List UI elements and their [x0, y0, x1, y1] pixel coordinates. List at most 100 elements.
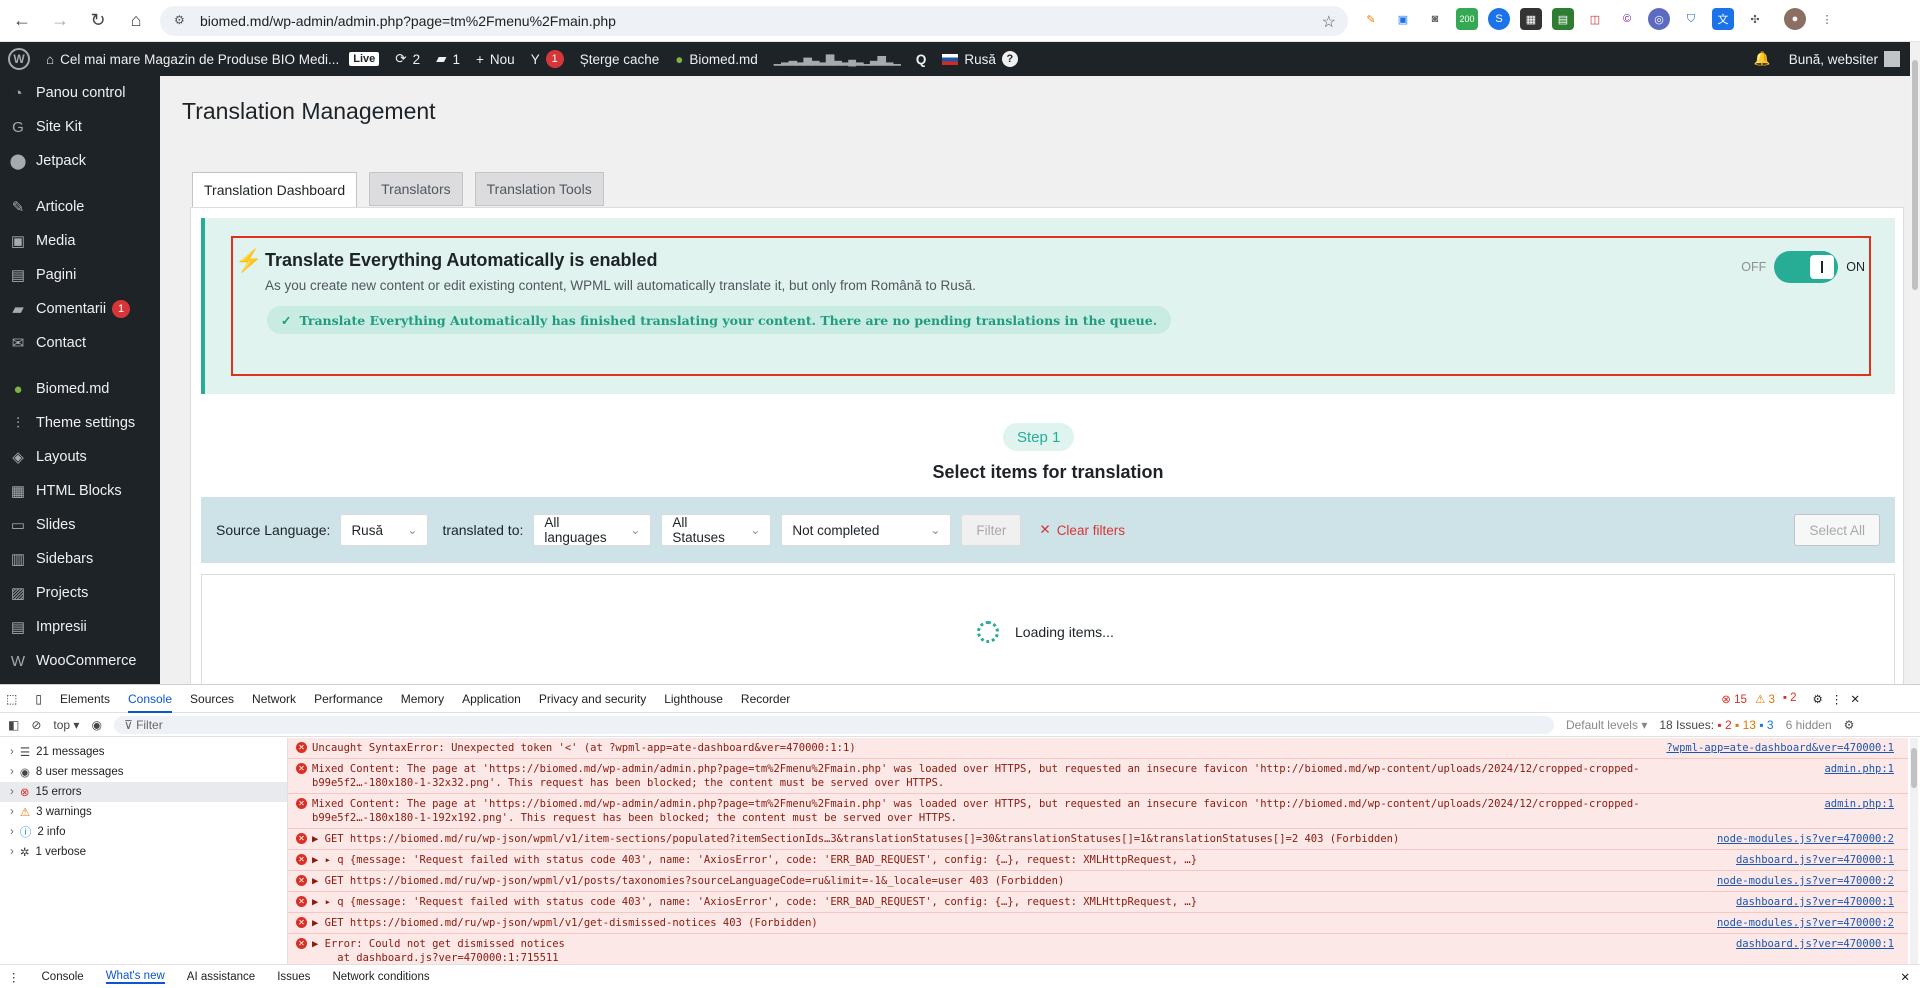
clear-console-icon[interactable]: ⊘ — [31, 718, 41, 732]
console-source-link[interactable]: node-modules.js?ver=470000:2 — [1717, 874, 1894, 888]
camera-extension-icon[interactable]: ◙ — [1424, 8, 1446, 30]
devtools-counts[interactable]: ⊗ 15 ⚠ 3 ▪ 2 ⚙ ⋮ ✕ — [1721, 692, 1860, 706]
status-extension-icon[interactable]: 200 — [1456, 8, 1478, 30]
more-icon[interactable]: ⋮ — [1831, 692, 1843, 706]
ate-toggle[interactable] — [1774, 251, 1839, 283]
sidebar-item-theme-settings[interactable]: ⫶ Theme settings — [0, 406, 160, 440]
drawer-tab-what-s-new[interactable]: What's new — [105, 970, 165, 984]
select-all-button[interactable]: Select All — [1794, 514, 1880, 546]
sidebar-item-woocommerce[interactable]: W WooCommerce — [0, 644, 160, 678]
scrollbar-thumb[interactable] — [1911, 748, 1917, 788]
devtools-tab-network[interactable]: Network — [252, 692, 296, 706]
reload-icon[interactable]: ↻ — [82, 5, 114, 37]
expand-arrow-icon[interactable]: › — [10, 826, 14, 838]
sidebar-item-jetpack[interactable]: ⬤ Jetpack — [0, 144, 160, 178]
expand-arrow-icon[interactable]: › — [10, 766, 14, 778]
console-filter-verbose[interactable]: › ✲ 1 verbose — [0, 842, 287, 862]
tab-translators[interactable]: Translators — [369, 172, 463, 206]
comments-menu[interactable]: ▰ 1 — [428, 42, 468, 76]
sidebar-toggle-icon[interactable]: ◧ — [8, 718, 19, 732]
biomed-menu[interactable]: ● Biomed.md — [667, 42, 765, 76]
inspect-icon[interactable]: ⬚ — [6, 692, 17, 706]
expand-arrow-icon[interactable]: › — [10, 786, 14, 798]
console-error-row[interactable]: ✕ ▶ Error: Could not get dismissed notice… — [288, 934, 1908, 964]
sidebar-item-pagini[interactable]: ▤ Pagini — [0, 258, 160, 292]
green-extension-icon[interactable]: ▤ — [1552, 8, 1574, 30]
console-error-row[interactable]: ✕ ▶ GET https://biomed.md/ru/wp-json/wpml… — [288, 871, 1908, 892]
sidebar-item-slides[interactable]: ▭ Slides — [0, 508, 160, 542]
language-switcher[interactable]: Rusă ? — [934, 42, 1026, 76]
console-source-link[interactable]: admin.php:1 — [1824, 762, 1894, 776]
console-error-row[interactable]: ✕ ▶ GET https://biomed.md/ru/wp-json/wpml… — [288, 829, 1908, 850]
forward-icon[interactable]: → — [44, 5, 76, 37]
console-source-link[interactable]: admin.php:1 — [1824, 797, 1894, 811]
console-error-row[interactable]: ✕ ▶ ▸ q {message: 'Request failed with st… — [288, 892, 1908, 913]
drawer-tab-console[interactable]: Console — [42, 971, 84, 983]
device-toggle-icon[interactable]: ▯ — [35, 692, 42, 706]
site-info-icon[interactable]: ⚙ — [174, 13, 190, 29]
sidebar-item-sidebars[interactable]: ▥ Sidebars — [0, 542, 160, 576]
devtools-tab-recorder[interactable]: Recorder — [741, 692, 790, 706]
bell-icon[interactable]: 🔔 — [1754, 51, 1771, 67]
devtools-tab-application[interactable]: Application — [462, 692, 521, 706]
sidebar-item-panou-control[interactable]: ◔ Panou control — [0, 76, 160, 110]
console-error-row[interactable]: ✕ ▶ GET https://biomed.md/ru/wp-json/wpml… — [288, 913, 1908, 934]
sidebar-item-impresii[interactable]: ▤ Impresii — [0, 610, 160, 644]
address-bar[interactable]: ⚙ biomed.md/wp-admin/admin.php?page=tm%2… — [160, 6, 1348, 36]
sidebar-item-articole[interactable]: ✎ Articole — [0, 190, 160, 224]
clear-cache-button[interactable]: Șterge cache — [572, 42, 668, 76]
tab-translation-dashboard[interactable]: Translation Dashboard — [192, 172, 358, 208]
bookmark-star-icon[interactable]: ☆ — [1322, 12, 1336, 32]
drawer-tab-issues[interactable]: Issues — [277, 971, 310, 983]
devtools-tab-console[interactable]: Console — [127, 692, 173, 713]
context-select[interactable]: top ▾ — [53, 718, 79, 732]
translate-extension-icon[interactable]: 文 — [1712, 8, 1734, 30]
new-content-menu[interactable]: + Nou — [468, 42, 523, 76]
status-select[interactable]: All Statuses ⌄ — [661, 514, 772, 546]
sidebar-item-projects[interactable]: ▨ Projects — [0, 576, 160, 610]
expand-arrow-icon[interactable]: › — [10, 846, 14, 858]
console-source-link[interactable]: dashboard.js?ver=470000:1 — [1736, 853, 1894, 867]
console-source-link[interactable]: dashboard.js?ver=470000:1 — [1736, 895, 1894, 909]
profile-avatar[interactable]: ● — [1784, 8, 1806, 30]
console-source-link[interactable]: ?wpml-app=ate-dashboard&ver=470000:1 — [1666, 741, 1894, 755]
drawer-tab-ai-assistance[interactable]: AI assistance — [187, 971, 255, 983]
issues-summary[interactable]: 18 Issues: ▪ 2 ▪ 13 ▪ 3 — [1659, 718, 1773, 732]
expand-arrow-icon[interactable]: › — [10, 746, 14, 758]
console-filter-input[interactable]: ⊽ Filter — [113, 715, 1554, 734]
devtools-tab-sources[interactable]: Sources — [190, 692, 234, 706]
source-language-select[interactable]: Rusă ⌄ — [340, 514, 429, 546]
completion-select[interactable]: Not completed ⌄ — [781, 514, 952, 546]
levels-select[interactable]: Default levels ▾ — [1566, 718, 1647, 732]
expand-arrow-icon[interactable]: › — [10, 806, 14, 818]
home-icon[interactable]: ⌂ — [120, 5, 152, 37]
sidebar-item-html-blocks[interactable]: ▦ HTML Blocks — [0, 474, 160, 508]
devtools-tab-lighthouse[interactable]: Lighthouse — [664, 692, 723, 706]
console-scrollbar[interactable] — [1910, 738, 1918, 964]
updates-menu[interactable]: ⟳ 2 — [387, 42, 428, 76]
devtools-tab-elements[interactable]: Elements — [60, 692, 110, 706]
screen-extension-icon[interactable]: ▣ — [1392, 8, 1414, 30]
close-devtools-icon[interactable]: ✕ — [1850, 692, 1860, 706]
search-extension-icon[interactable]: ◎ — [1648, 8, 1670, 30]
sidebar-item-media[interactable]: ▣ Media — [0, 224, 160, 258]
pen-extension-icon[interactable]: ✎ — [1360, 8, 1382, 30]
q-icon[interactable]: Q — [908, 42, 935, 76]
back-icon[interactable]: ← — [6, 5, 38, 37]
console-error-row[interactable]: ✕ Mixed Content: The page at 'https://bio… — [288, 759, 1908, 794]
filter-button[interactable]: Filter — [961, 514, 1022, 546]
page-scrollbar[interactable] — [1910, 42, 1920, 684]
drawer-tab-network-conditions[interactable]: Network conditions — [332, 971, 429, 983]
scrollbar-thumb[interactable] — [1912, 60, 1918, 290]
sidebar-item-comentarii[interactable]: ▰ Comentarii 1 — [0, 292, 160, 326]
console-filter-error[interactable]: › ⊗ 15 errors — [0, 782, 287, 802]
close-drawer-icon[interactable]: ✕ — [1900, 970, 1910, 984]
settings-icon[interactable]: ⚙ — [1813, 692, 1823, 706]
purple-extension-icon[interactable]: © — [1616, 8, 1638, 30]
sidebar-item-site-kit[interactable]: G Site Kit — [0, 110, 160, 144]
devtools-tab-memory[interactable]: Memory — [401, 692, 444, 706]
shazam-extension-icon[interactable]: S — [1488, 8, 1510, 30]
site-name-menu[interactable]: ⌂ Cel mai mare Magazin de Produse BIO Me… — [38, 42, 387, 76]
dark-extension-icon[interactable]: ▦ — [1520, 8, 1542, 30]
console-source-link[interactable]: node-modules.js?ver=470000:2 — [1717, 916, 1894, 930]
